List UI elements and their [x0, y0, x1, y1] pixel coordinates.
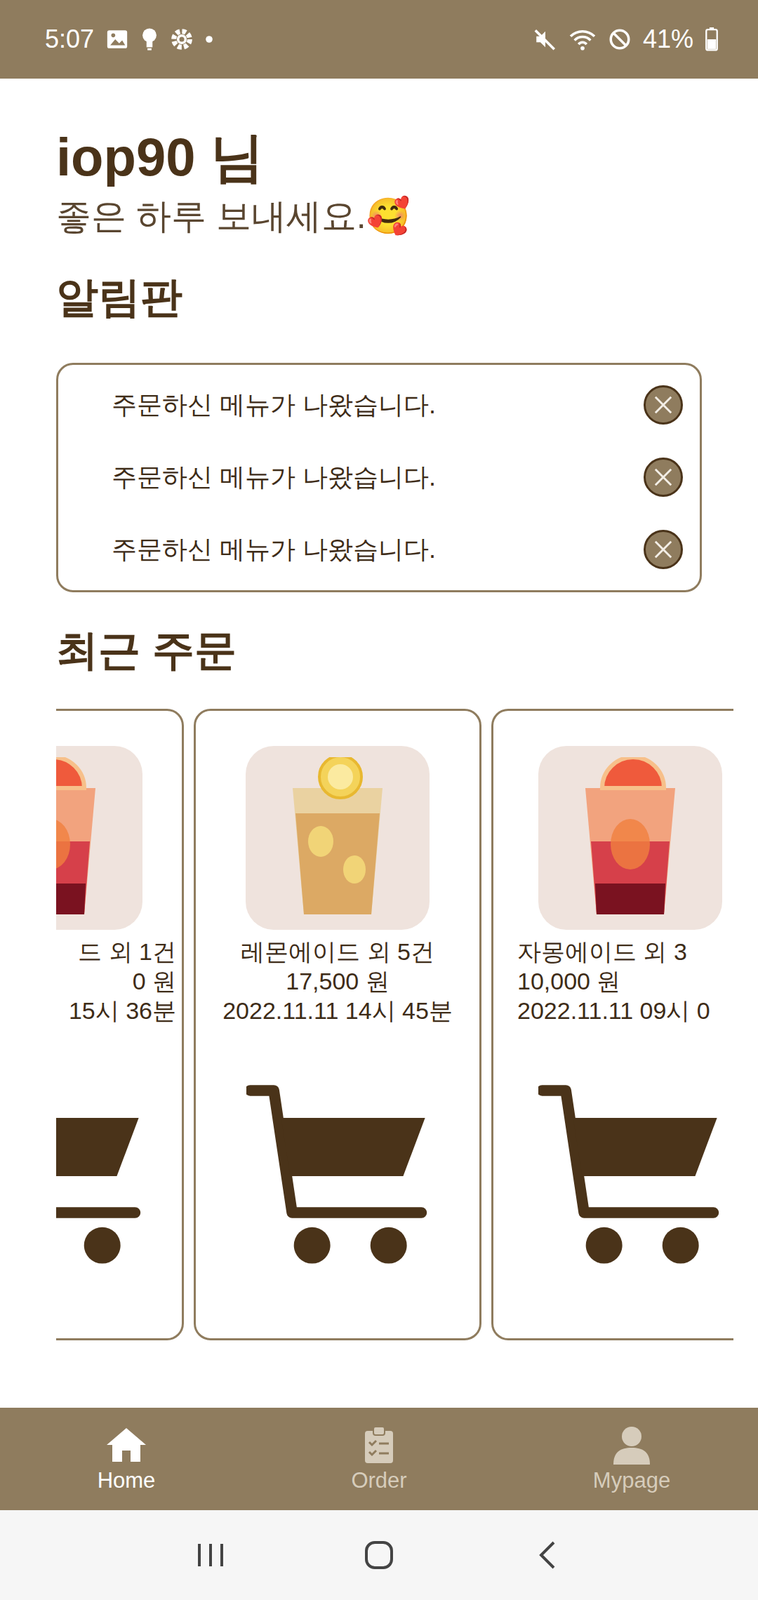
close-icon: [652, 393, 675, 417]
status-left: 5:07: [44, 20, 214, 59]
dismiss-button[interactable]: [643, 529, 683, 570]
close-icon: [652, 538, 675, 561]
notice-item[interactable]: 주문하신 메뉴가 나왔습니다.: [58, 441, 700, 514]
notice-item[interactable]: 주문하신 메뉴가 나왔습니다.: [58, 369, 700, 442]
notice-text: 주문하신 메뉴가 나왔습니다.: [111, 388, 436, 422]
order-line: 10,000 원: [517, 966, 734, 996]
notice-item[interactable]: 주문하신 메뉴가 나왔습니다.: [58, 513, 700, 587]
order-line: 레몬에이드 외 5건: [195, 936, 480, 967]
order-card[interactable]: 드 외 1건0 원15시 36분: [56, 708, 184, 1341]
order-line: 15시 36분: [56, 995, 177, 1026]
nav-label: Order: [350, 1468, 407, 1493]
dot-icon: [204, 35, 214, 44]
home-content: iop90 님좋은 하루 보내세요.🥰알림판주문하신 메뉴가 나왔습니다.주문하…: [0, 78, 758, 1408]
home-square-icon: [363, 1539, 395, 1571]
status-right: 41%: [533, 20, 719, 59]
gallery-icon: [105, 27, 130, 52]
status-bar: 5:07 41%: [0, 0, 758, 79]
nav-tab[interactable]: Mypage: [505, 1407, 758, 1511]
mute-icon: [533, 27, 558, 52]
greeting: 좋은 하루 보내세요.🥰: [56, 193, 758, 240]
drink-frame: [493, 746, 734, 930]
recent-orders-list: 드 외 1건0 원15시 36분레몬에이드 외 5건17,500 원2022.1…: [56, 708, 734, 1341]
order-card[interactable]: 레몬에이드 외 5건17,500 원2022.11.11 14시 45분: [193, 708, 482, 1341]
cart-icon[interactable]: [246, 1081, 429, 1272]
wifi-icon: [568, 27, 597, 52]
cart-frame: [195, 1081, 480, 1272]
system-navigation: [0, 1510, 758, 1600]
dismiss-button[interactable]: [643, 457, 683, 497]
recent-apps-button[interactable]: [126, 1510, 295, 1600]
order-summary: 자몽에이드 외 310,000 원2022.11.11 09시 0: [493, 936, 734, 1026]
cart-icon[interactable]: [538, 1081, 721, 1272]
recent-orders-title: 최근 주문: [56, 627, 758, 674]
cart-frame: [493, 1081, 734, 1272]
user-name: iop90 님: [56, 127, 758, 187]
order-line: 자몽에이드 외 3: [517, 936, 734, 967]
battery-level: 41%: [642, 20, 694, 59]
cart-icon[interactable]: [56, 1081, 143, 1272]
nav-tab[interactable]: Home: [0, 1407, 253, 1511]
drink-image: [245, 746, 430, 930]
cart-frame: [56, 1081, 182, 1272]
order-line: 2022.11.11 14시 45분: [195, 995, 480, 1026]
block-icon: [607, 27, 632, 52]
drink-frame: [56, 746, 182, 930]
recents-icon: [195, 1541, 226, 1570]
order-summary: 레몬에이드 외 5건17,500 원2022.11.11 14시 45분: [195, 936, 480, 1026]
battery-icon: [704, 27, 719, 52]
back-button[interactable]: [463, 1510, 632, 1600]
clock: 5:07: [44, 20, 95, 59]
order-line: 0 원: [56, 966, 177, 996]
bulb-icon: [140, 27, 159, 52]
notice-title: 알림판: [56, 274, 758, 321]
nav-label: Mypage: [593, 1468, 671, 1493]
order-line: 드 외 1건: [56, 936, 177, 967]
person-icon: [612, 1425, 652, 1465]
back-icon: [536, 1539, 558, 1571]
home-button[interactable]: [294, 1510, 464, 1600]
close-icon: [652, 466, 675, 489]
settings-icon: [169, 27, 194, 52]
bottom-navigation: Home Order Mypage: [0, 1407, 758, 1511]
order-line: 17,500 원: [195, 966, 480, 996]
notice-text: 주문하신 메뉴가 나왔습니다.: [111, 533, 436, 567]
drink-image: [56, 746, 143, 930]
drink-image: [538, 746, 723, 930]
dismiss-button[interactable]: [643, 385, 683, 425]
order-card[interactable]: 자몽에이드 외 310,000 원2022.11.11 09시 0: [491, 708, 734, 1341]
drink-frame: [195, 746, 480, 930]
home-icon: [105, 1425, 148, 1465]
order-line: 2022.11.11 09시 0: [517, 995, 734, 1026]
order-summary: 드 외 1건0 원15시 36분: [56, 936, 182, 1026]
order-icon: [362, 1425, 396, 1465]
nav-label: Home: [97, 1468, 156, 1493]
nav-tab[interactable]: Order: [252, 1407, 506, 1511]
notice-text: 주문하신 메뉴가 나왔습니다.: [111, 461, 436, 495]
notice-board: 주문하신 메뉴가 나왔습니다. 주문하신 메뉴가 나왔습니다. 주문하신 메뉴가 나…: [56, 362, 702, 593]
